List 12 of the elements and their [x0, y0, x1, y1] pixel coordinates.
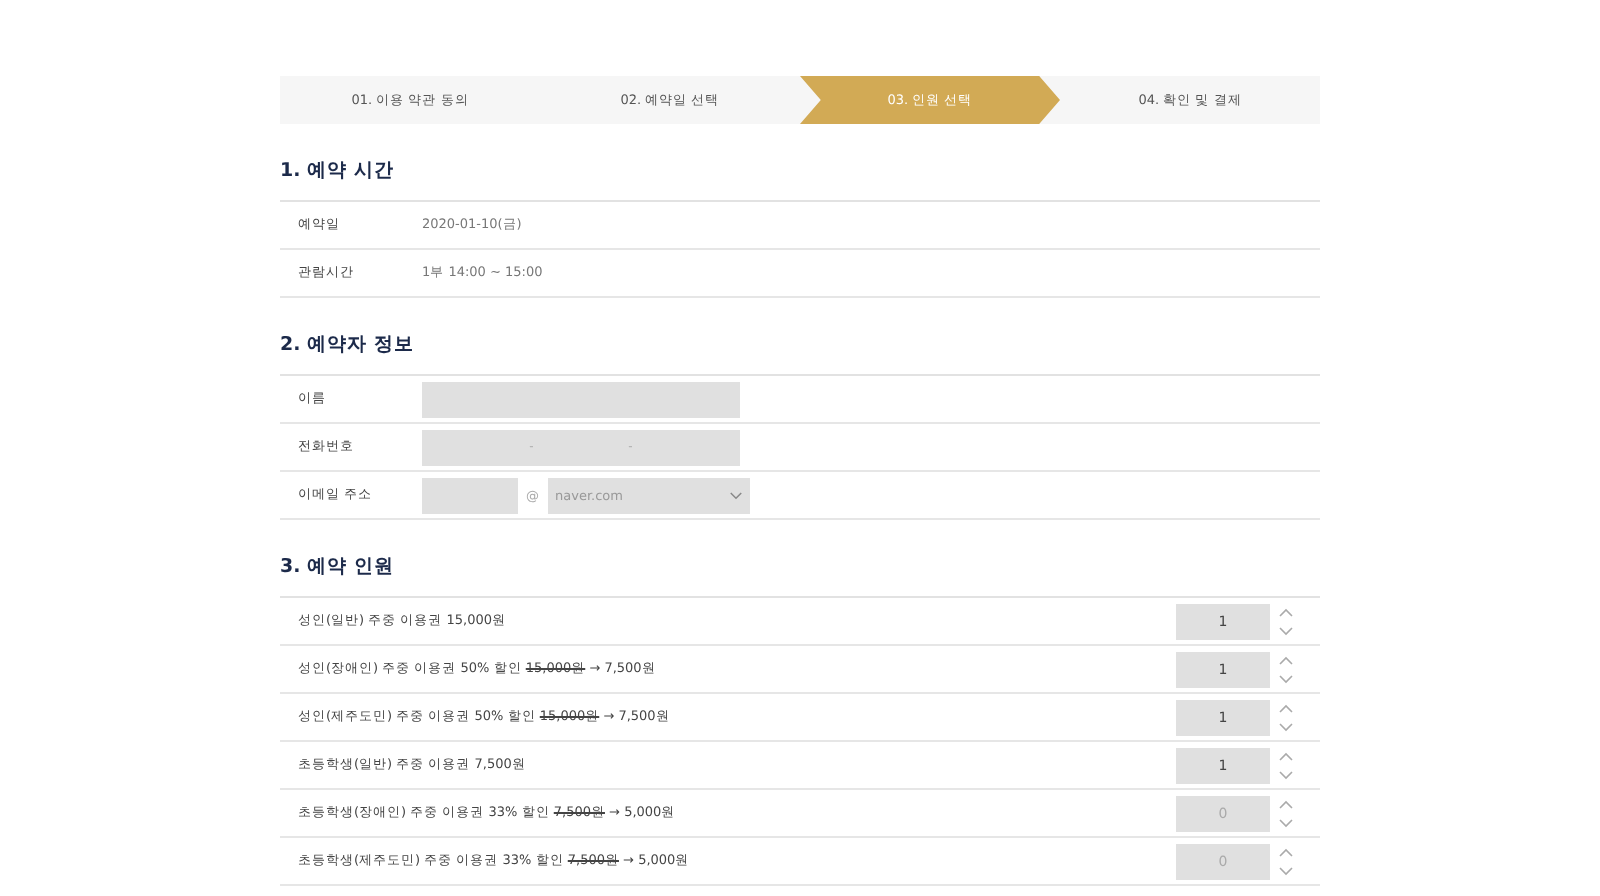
section-heading: 2. 예약자 정보: [280, 334, 416, 358]
name-field[interactable]: [422, 381, 740, 417]
spinner-arrows-icon[interactable]: [1278, 701, 1294, 733]
spinner-arrows-icon[interactable]: [1278, 749, 1294, 781]
spinner-arrows-icon[interactable]: [1278, 653, 1294, 685]
spinner-arrows-icon[interactable]: [1278, 797, 1294, 829]
chevron-down-icon: [729, 491, 741, 499]
section-heading: 3. 예약 인원: [280, 556, 396, 580]
spinner-arrows-icon[interactable]: [1278, 605, 1294, 637]
section-heading: 1. 예약 시간: [280, 160, 396, 184]
email-id-field[interactable]: [422, 477, 518, 513]
spinner-arrows-icon[interactable]: [1278, 845, 1294, 877]
